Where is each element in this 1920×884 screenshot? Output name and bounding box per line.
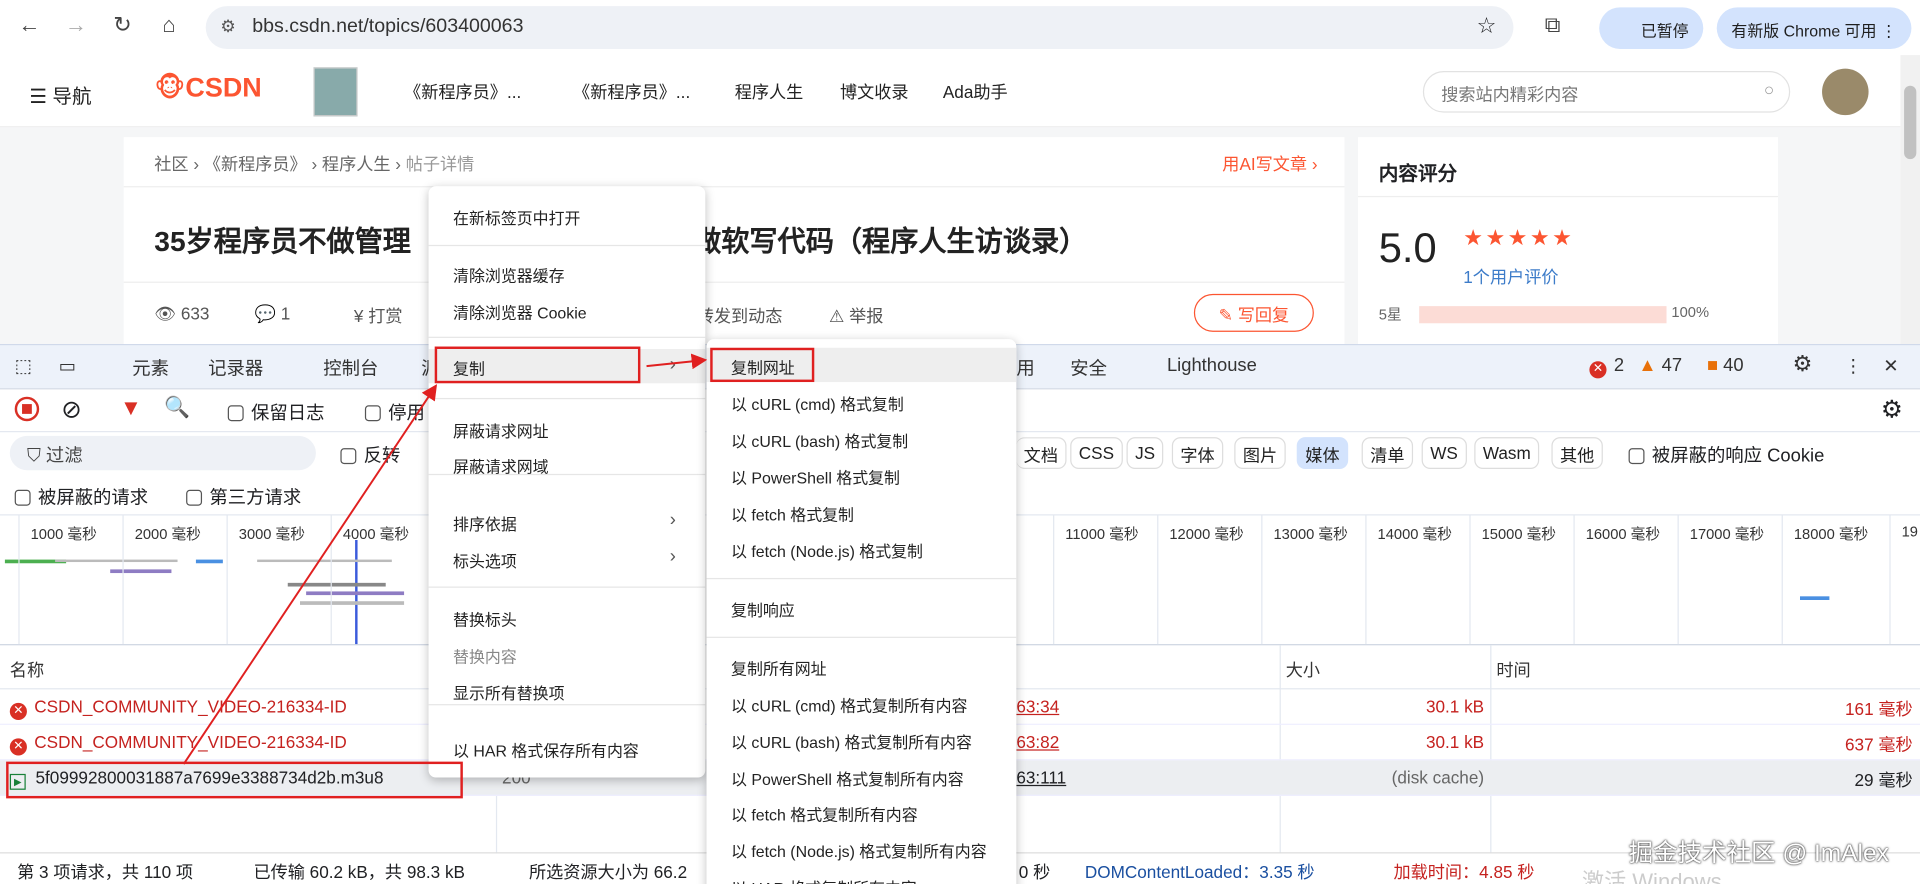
activate-windows-watermark: 激活 Windows bbox=[1582, 869, 1722, 884]
arrow-to-copy-url bbox=[646, 353, 708, 370]
watermark: 掘金技术社区 @ ImAlex bbox=[1628, 840, 1889, 867]
annotation-arrows bbox=[182, 353, 708, 765]
arrow-to-copy bbox=[182, 384, 438, 765]
